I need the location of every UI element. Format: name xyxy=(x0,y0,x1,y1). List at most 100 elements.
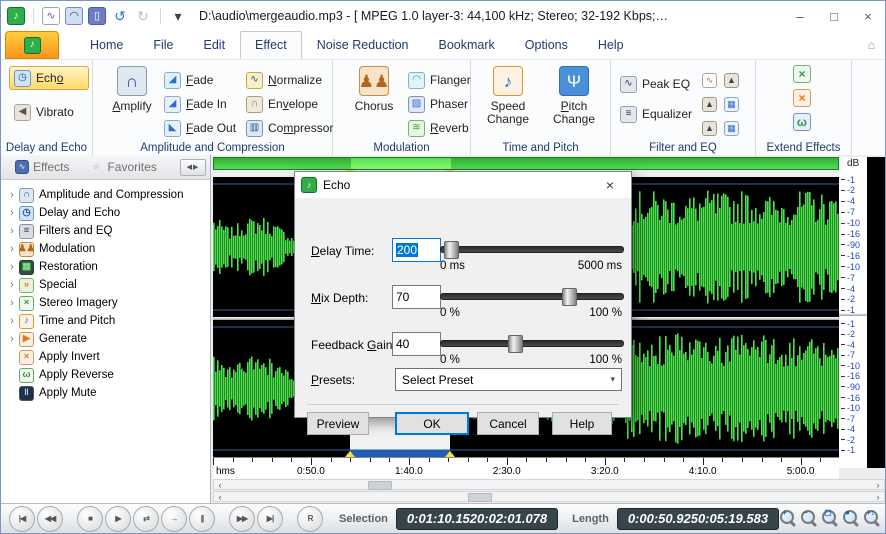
ribbon-button-reverb[interactable]: ≋Reverb xyxy=(403,116,474,140)
slider-thumb-1[interactable] xyxy=(562,288,577,306)
slider-track-1[interactable] xyxy=(440,293,624,300)
scroll-left-icon[interactable]: ‹ xyxy=(214,492,226,501)
tree-item-modulation[interactable]: ›♟♟Modulation xyxy=(1,240,210,258)
field-input-1[interactable]: 70 xyxy=(392,285,441,309)
expander-icon[interactable]: › xyxy=(5,279,19,291)
selection-handle-end-icon[interactable] xyxy=(445,451,455,457)
expander-icon[interactable]: › xyxy=(5,225,19,237)
minimize-button[interactable]: – xyxy=(783,3,817,29)
expander-icon[interactable]: › xyxy=(5,315,19,327)
maximize-button[interactable]: □ xyxy=(817,3,851,29)
scroll-thumb[interactable] xyxy=(368,481,392,490)
sidebar-tab-favorites[interactable]: ☆Favorites xyxy=(79,158,166,176)
dialog-close-icon[interactable]: × xyxy=(595,177,625,193)
zoom-vertical-in-icon[interactable]: +↕ xyxy=(863,509,882,528)
horizontal-scrollbar-2[interactable]: ‹› xyxy=(213,491,885,502)
ribbon-button-fade-out[interactable]: ◣Fade Out xyxy=(159,116,241,140)
ribbon-button-pitch-change[interactable]: ΨPitch Change xyxy=(545,66,603,126)
toolbar-more-icon[interactable]: ▾ xyxy=(169,7,187,25)
tab-file[interactable]: File xyxy=(138,31,188,59)
go-end-button[interactable]: ▶| xyxy=(257,506,283,532)
tree-item-stereo-imagery[interactable]: ›×Stereo Imagery xyxy=(1,294,210,312)
cancel-button[interactable]: Cancel xyxy=(477,412,539,435)
scroll-right-icon[interactable]: › xyxy=(872,480,884,489)
stop-button[interactable]: ■ xyxy=(77,506,103,532)
ribbon-button-fade-in[interactable]: ◢Fade In xyxy=(159,92,232,116)
zoom-full-icon[interactable]: ● xyxy=(842,509,861,528)
ribbon-button-fade[interactable]: ◢Fade xyxy=(159,68,218,92)
ribbon-button-amplify[interactable]: ∩Amplify xyxy=(103,66,161,113)
sidebar-scroll-arrows[interactable]: ◀▶ xyxy=(180,159,206,176)
fast-forward-button[interactable]: ▶▶ xyxy=(229,506,255,532)
expander-icon[interactable]: › xyxy=(5,189,19,201)
tab-home[interactable]: Home xyxy=(75,31,138,59)
tab-effect[interactable]: Effect xyxy=(240,31,302,59)
play-button[interactable]: ▶ xyxy=(105,506,131,532)
tree-item-delay-and-echo[interactable]: ›◷Delay and Echo xyxy=(1,204,210,222)
save-file-icon[interactable]: ▯ xyxy=(88,7,106,25)
pause-button[interactable]: || xyxy=(189,506,215,532)
ribbon-button-envelope[interactable]: ∩Envelope xyxy=(241,92,323,116)
field-input-0[interactable]: 200 xyxy=(392,238,441,262)
slider-thumb-2[interactable] xyxy=(508,335,523,353)
close-button[interactable]: × xyxy=(851,3,885,29)
redo-icon[interactable]: ↻ xyxy=(134,7,152,25)
tree-item-restoration[interactable]: ›▦Restoration xyxy=(1,258,210,276)
expander-icon[interactable]: › xyxy=(5,243,19,255)
expander-icon[interactable]: › xyxy=(5,207,19,219)
rewind-button[interactable]: ◀◀ xyxy=(37,506,63,532)
ribbon-button-equalizer[interactable]: ≡Equalizer xyxy=(615,102,697,126)
tree-item-apply-reverse[interactable]: ωApply Reverse xyxy=(1,366,210,384)
ribbon-button-ext3[interactable]: ω xyxy=(792,110,812,134)
tree-item-time-and-pitch[interactable]: ›♪Time and Pitch xyxy=(1,312,210,330)
ribbon-button-eqsm1[interactable]: ∿ xyxy=(701,68,718,92)
expander-icon[interactable]: › xyxy=(5,333,19,345)
expander-icon[interactable]: › xyxy=(5,261,19,273)
new-file-icon[interactable]: ∿ xyxy=(42,7,60,25)
tab-help[interactable]: Help xyxy=(583,31,639,59)
preview-button[interactable]: Preview xyxy=(307,412,369,435)
zoom-out-icon[interactable]: − xyxy=(800,509,819,528)
ribbon-button-ext2[interactable]: × xyxy=(792,86,812,110)
zoom-selection-icon[interactable]: ▢ xyxy=(821,509,840,528)
overview-selection[interactable] xyxy=(351,158,451,169)
ok-button[interactable]: OK xyxy=(395,412,469,435)
app-menu-button[interactable]: ♪ xyxy=(5,31,59,59)
zoom-in-icon[interactable]: + xyxy=(779,509,798,528)
slider-thumb-0[interactable] xyxy=(444,241,459,259)
ribbon-button-vibrato[interactable]: ◀Vibrato xyxy=(9,100,89,124)
ribbon-collapse-icon[interactable]: ⌂ xyxy=(868,38,875,52)
selection-handle-start-icon[interactable] xyxy=(345,451,355,457)
tab-noise-reduction[interactable]: Noise Reduction xyxy=(302,31,424,59)
slider-track-0[interactable] xyxy=(440,246,624,253)
help-button[interactable]: Help xyxy=(552,412,612,435)
ribbon-button-echo[interactable]: ◷Echo xyxy=(9,66,89,90)
tree-item-apply-invert[interactable]: ×Apply Invert xyxy=(1,348,210,366)
ribbon-button-peak-eq[interactable]: ∿Peak EQ xyxy=(615,72,695,96)
app-icon[interactable]: ♪ xyxy=(7,7,25,25)
ribbon-button-chorus[interactable]: ♟♟Chorus xyxy=(345,66,403,113)
expander-icon[interactable]: › xyxy=(5,297,19,309)
ribbon-button-ext1[interactable]: × xyxy=(792,62,812,86)
ribbon-button-flanger[interactable]: ◠Flanger xyxy=(403,68,476,92)
open-file-icon[interactable]: ◠ xyxy=(65,7,83,25)
waveform-overview-strip[interactable] xyxy=(213,157,839,170)
tree-item-filters-and-eq[interactable]: ›≡Filters and EQ xyxy=(1,222,210,240)
ribbon-button-eqsm4[interactable]: ▦ xyxy=(723,92,740,116)
tree-item-special[interactable]: ›»Special xyxy=(1,276,210,294)
undo-icon[interactable]: ↺ xyxy=(111,7,129,25)
ribbon-button-eqsm6[interactable]: ▦ xyxy=(723,116,740,140)
selection-bottom-bar[interactable] xyxy=(350,450,450,457)
tree-item-generate[interactable]: ›▶Generate xyxy=(1,330,210,348)
scroll-left-icon[interactable]: ‹ xyxy=(214,480,226,489)
ribbon-button-phaser[interactable]: ▨Phaser xyxy=(403,92,473,116)
ribbon-button-eqsm5[interactable]: ▲ xyxy=(701,116,718,140)
tab-edit[interactable]: Edit xyxy=(189,31,241,59)
loop-button[interactable]: ⇄ xyxy=(133,506,159,532)
time-ruler[interactable]: hms0:50.01:40.02:30.03:20.04:10.05:00.0 xyxy=(213,457,839,480)
record-button[interactable]: R xyxy=(297,506,323,532)
ribbon-button-eqsm3[interactable]: ▲ xyxy=(701,92,718,116)
tree-item-amplitude-and-compression[interactable]: ›∩Amplitude and Compression xyxy=(1,186,210,204)
ribbon-button-compressor[interactable]: ▥Compressor xyxy=(241,116,338,140)
tab-options[interactable]: Options xyxy=(510,31,583,59)
